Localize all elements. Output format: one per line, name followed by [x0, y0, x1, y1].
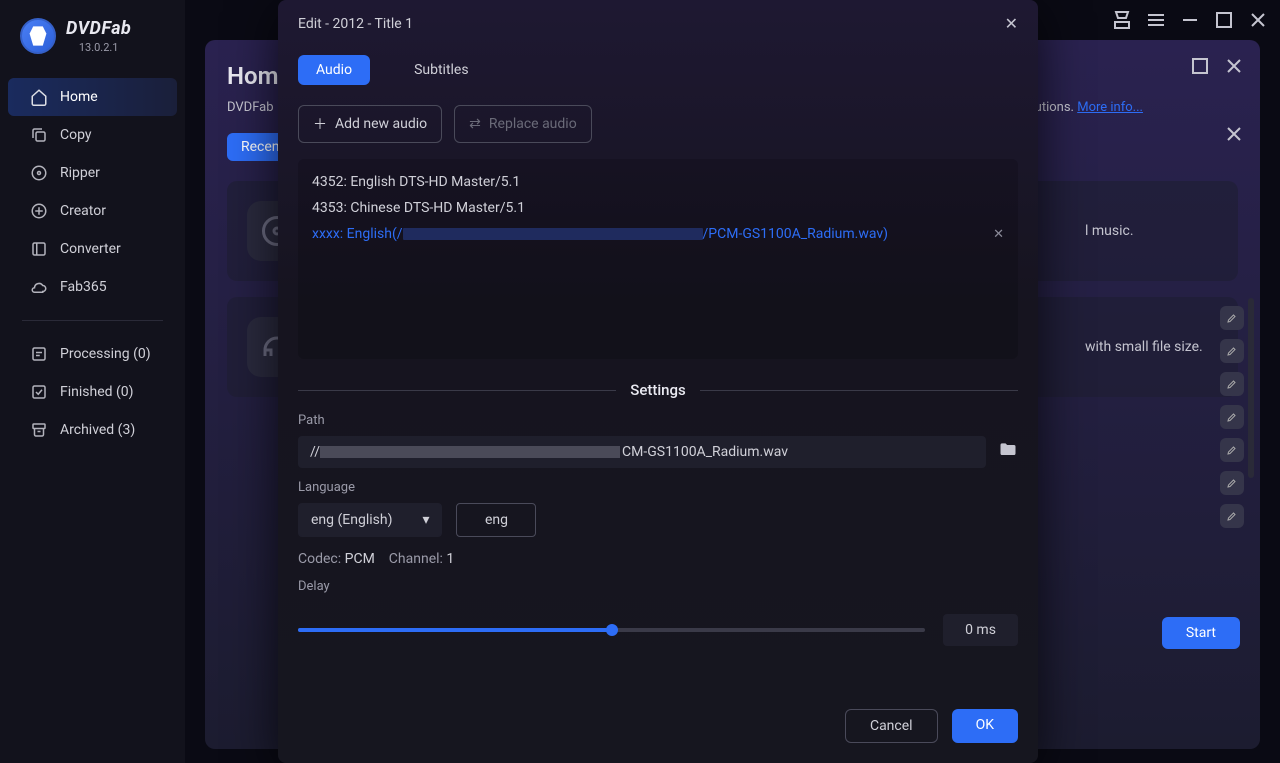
edit-badge-icon[interactable]: [1220, 372, 1244, 396]
delay-value[interactable]: 0 ms: [943, 614, 1018, 646]
start-button[interactable]: Start: [1162, 617, 1240, 649]
desc-prefix: DVDFab: [227, 100, 277, 115]
modal-close-button[interactable]: ✕: [1005, 14, 1018, 33]
ok-button[interactable]: OK: [952, 709, 1018, 743]
redacted-text: [320, 446, 620, 458]
nav-creator[interactable]: Creator: [8, 192, 177, 230]
modal-title: Edit - 2012 - Title 1: [298, 16, 413, 32]
audio-track-row[interactable]: 4353: Chinese DTS-HD Master/5.1: [298, 195, 1018, 221]
nav-processing[interactable]: Processing (0): [8, 335, 177, 373]
logo-icon: [20, 18, 56, 54]
audio-track-row[interactable]: 4352: English DTS-HD Master/5.1: [298, 169, 1018, 195]
delay-label: Delay: [298, 579, 1018, 594]
nav-finished[interactable]: Finished (0): [8, 373, 177, 411]
tray-icon[interactable]: [1110, 8, 1134, 32]
tab-subtitles[interactable]: Subtitles: [396, 55, 487, 85]
select-value: eng (English): [311, 512, 392, 528]
panel-maximize-icon[interactable]: [1188, 54, 1212, 78]
app-logo[interactable]: DVDFab 13.0.2.1: [0, 18, 185, 64]
edit-badge-icon[interactable]: [1220, 339, 1244, 363]
nav-label: Creator: [60, 203, 106, 219]
chevron-down-icon: ▾: [422, 512, 429, 528]
maximize-button[interactable]: [1212, 8, 1236, 32]
nav-label: Converter: [60, 241, 121, 257]
home-icon: [30, 88, 48, 106]
nav-label: Processing (0): [60, 346, 151, 362]
settings-heading: Settings: [630, 381, 686, 399]
menu-icon[interactable]: [1144, 8, 1168, 32]
nav-home[interactable]: Home: [8, 78, 177, 116]
scrollbar[interactable]: [1248, 298, 1254, 478]
delay-slider[interactable]: [298, 628, 925, 632]
app-version: 13.0.2.1: [66, 41, 131, 54]
converter-icon: [30, 240, 48, 258]
more-info-link[interactable]: More info...: [1077, 100, 1143, 115]
plus-icon: ＋: [313, 114, 327, 134]
close-button[interactable]: [1246, 8, 1270, 32]
language-label: Language: [298, 480, 1018, 495]
creator-icon: [30, 202, 48, 220]
track-label: xxxx: English(//PCM-GS1100A_Radium.wav): [312, 226, 888, 242]
cancel-button[interactable]: Cancel: [845, 709, 938, 743]
audio-track-list: 4352: English DTS-HD Master/5.1 4353: Ch…: [298, 159, 1018, 359]
settings-divider: Settings: [298, 381, 1018, 399]
nav-label: Copy: [60, 127, 92, 143]
edit-modal: Edit - 2012 - Title 1 ✕ Audio Subtitles …: [278, 0, 1038, 763]
redacted-text: [403, 228, 703, 240]
minimize-button[interactable]: [1178, 8, 1202, 32]
panel-inner-close-icon[interactable]: [1222, 122, 1246, 146]
edit-badge-icon[interactable]: [1220, 405, 1244, 429]
panel-close-icon[interactable]: [1222, 54, 1246, 78]
app-name: DVDFab: [66, 18, 131, 39]
nav-separator: [22, 320, 163, 321]
path-field[interactable]: //CM-GS1100A_Radium.wav: [298, 436, 986, 468]
language-select[interactable]: eng (English) ▾: [298, 503, 442, 537]
nav-fab365[interactable]: Fab365: [8, 268, 177, 306]
sidebar: DVDFab 13.0.2.1 Home Copy Ripper Creator…: [0, 0, 185, 763]
nav-ripper[interactable]: Ripper: [8, 154, 177, 192]
nav-main: Home Copy Ripper Creator Converter Fab36…: [0, 78, 185, 449]
button-label: Add new audio: [335, 116, 427, 132]
finished-icon: [30, 383, 48, 401]
track-label: 4352: English DTS-HD Master/5.1: [312, 174, 520, 190]
track-label: 4353: Chinese DTS-HD Master/5.1: [312, 200, 525, 216]
tab-audio[interactable]: Audio: [298, 55, 370, 85]
remove-track-button[interactable]: ✕: [993, 227, 1004, 242]
nav-archived[interactable]: Archived (3): [8, 411, 177, 449]
nav-label: Archived (3): [60, 422, 135, 438]
edit-badge-icon[interactable]: [1220, 438, 1244, 462]
path-label: Path: [298, 413, 1018, 428]
window-controls: [1110, 8, 1270, 32]
slider-fill: [298, 628, 612, 632]
nav-label: Ripper: [60, 165, 100, 181]
edit-badge-icon[interactable]: [1220, 504, 1244, 528]
replace-audio-button[interactable]: ⇄ Replace audio: [454, 105, 592, 143]
cloud-icon: [30, 278, 48, 296]
card-text: l music.: [1085, 223, 1134, 239]
archive-icon: [30, 421, 48, 439]
nav-label: Home: [60, 89, 98, 105]
nav-copy[interactable]: Copy: [8, 116, 177, 154]
edit-badge-icon[interactable]: [1220, 306, 1244, 330]
card-text: with small file size.: [1085, 339, 1203, 355]
disc-icon: [30, 164, 48, 182]
copy-icon: [30, 126, 48, 144]
add-audio-button[interactable]: ＋ Add new audio: [298, 105, 442, 143]
codec-info: Codec: PCM Channel: 1: [298, 551, 1018, 567]
nav-converter[interactable]: Converter: [8, 230, 177, 268]
nav-label: Fab365: [60, 279, 107, 295]
audio-track-row-selected[interactable]: xxxx: English(//PCM-GS1100A_Radium.wav) …: [298, 221, 1018, 247]
slider-thumb[interactable]: [606, 624, 618, 636]
swap-icon: ⇄: [469, 116, 481, 132]
button-label: Replace audio: [489, 116, 577, 132]
nav-label: Finished (0): [60, 384, 134, 400]
language-code-input[interactable]: [456, 503, 536, 537]
processing-icon: [30, 345, 48, 363]
browse-folder-button[interactable]: [998, 440, 1018, 464]
edit-badge-icon[interactable]: [1220, 471, 1244, 495]
